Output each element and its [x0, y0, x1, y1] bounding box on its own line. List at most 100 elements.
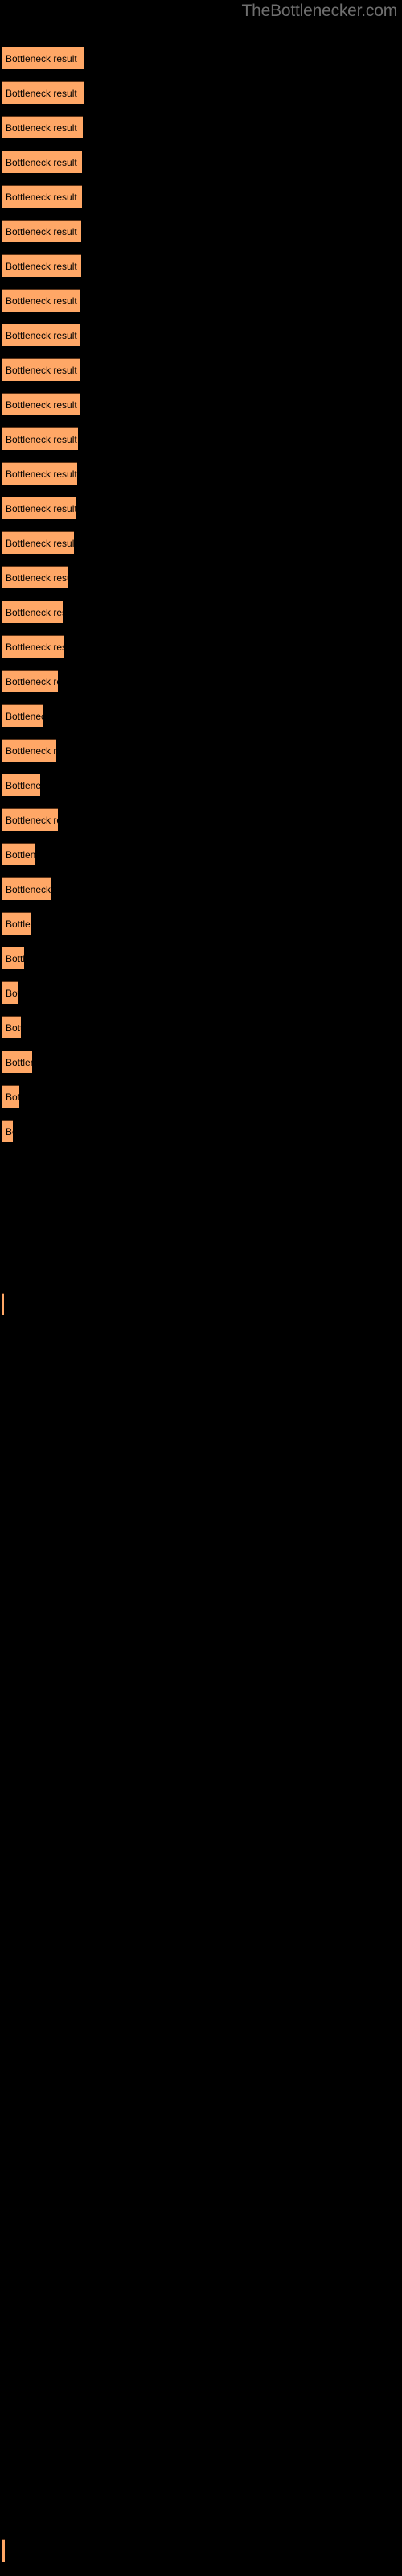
bar-clip: Bottleneck result: [2, 185, 82, 208]
bottleneck-bar[interactable]: Bottleneck result: [2, 1293, 4, 1315]
bar-row: Bottleneck result: [0, 601, 402, 623]
bar-label: Bottleneck result: [6, 607, 63, 618]
bar-clip: Bottleneck result: [2, 462, 77, 485]
bar-label: Bottleneck result: [6, 1057, 32, 1068]
bar-row: [0, 1327, 402, 1350]
bottleneck-bar[interactable]: Bottleneck result: [2, 324, 80, 346]
bottleneck-bar[interactable]: Bottleneck result: [2, 531, 74, 554]
bar-row: Bottleneck result: [0, 1293, 402, 1315]
bottleneck-bar[interactable]: Bottleneck result: [2, 912, 31, 935]
bottleneck-bar[interactable]: Bottleneck result: [2, 462, 77, 485]
bar-row: Bottleneck result: [0, 739, 402, 762]
bar-clip: Bottleneck result: [2, 81, 84, 104]
bar-row: Bottleneck result: [0, 981, 402, 1004]
bar-row: [0, 2366, 402, 2388]
bottleneck-bar[interactable]: Bottleneck result: [2, 358, 80, 381]
bar-label: Bottleneck result: [6, 503, 76, 514]
bottleneck-bar[interactable]: Bottleneck result: [2, 1016, 21, 1038]
bar-clip: Bottleneck result: [2, 877, 51, 900]
bar-clip: Bottleneck result: [2, 289, 80, 312]
bottleneck-bar[interactable]: Bottleneck result: [2, 774, 40, 796]
bar-label: Bottleneck result: [6, 157, 77, 168]
bar-clip: Bottleneck result: [2, 116, 83, 138]
bar-row: [0, 2020, 402, 2042]
bar-label: Bottleneck result: [6, 919, 31, 930]
bar-label: Bottleneck result: [6, 642, 64, 653]
bar-clip: Bottleneck result: [2, 739, 56, 762]
bottleneck-bar[interactable]: Bottleneck result: [2, 981, 18, 1004]
bar-label: Bottleneck result: [6, 122, 77, 134]
bar-clip: Bottleneck result: [2, 843, 35, 865]
bar-row: [0, 2054, 402, 2077]
bottleneck-bar[interactable]: Bottleneck result: [2, 843, 35, 865]
bottleneck-bar[interactable]: Bottleneck result: [2, 1085, 19, 1108]
bar-row: [0, 1916, 402, 1938]
bar-row: [0, 2089, 402, 2112]
bar-label: Bottleneck result: [6, 538, 74, 549]
bottleneck-bar[interactable]: Bottleneck result: [2, 151, 82, 173]
bottleneck-bar[interactable]: Bottleneck result: [2, 877, 51, 900]
bar-row: [0, 1431, 402, 1454]
bar-row: Bottleneck result: [0, 670, 402, 692]
bar-row: [0, 2158, 402, 2181]
bar-row: [0, 2504, 402, 2527]
bar-clip: Bottleneck result: [2, 1293, 4, 1315]
bottleneck-bar[interactable]: Bottleneck result: [2, 254, 81, 277]
bottleneck-bar[interactable]: Bottleneck result: [2, 427, 78, 450]
bar-row: [0, 1777, 402, 1800]
bottleneck-bar[interactable]: Bottleneck result: [2, 1120, 13, 1142]
bar-row: [0, 1881, 402, 1904]
bar-label: Bottleneck result: [6, 399, 77, 411]
bar-clip: Bottleneck result: [2, 947, 24, 969]
bottleneck-bar[interactable]: Bottleneck result: [2, 704, 43, 727]
bottleneck-bar[interactable]: Bottleneck result: [2, 47, 84, 69]
bar-label: Bottleneck result: [6, 849, 35, 861]
bar-label: Bottleneck result: [6, 295, 77, 307]
bar-label: Bottleneck result: [6, 88, 77, 99]
bottleneck-bar[interactable]: Bottleneck result: [2, 2539, 5, 2562]
bar-row: [0, 1154, 402, 1177]
bottleneck-bar[interactable]: Bottleneck result: [2, 497, 76, 519]
bar-clip: Bottleneck result: [2, 151, 82, 173]
bottleneck-bar[interactable]: Bottleneck result: [2, 601, 63, 623]
bottleneck-bar[interactable]: Bottleneck result: [2, 393, 80, 415]
bar-row: Bottleneck result: [0, 254, 402, 277]
bar-clip: Bottleneck result: [2, 254, 81, 277]
bar-row: [0, 2435, 402, 2458]
bar-row: Bottleneck result: [0, 220, 402, 242]
bar-row: Bottleneck result: [0, 2539, 402, 2562]
bottleneck-bar[interactable]: Bottleneck result: [2, 635, 64, 658]
bar-row: Bottleneck result: [0, 774, 402, 796]
bar-row: [0, 2124, 402, 2146]
bar-row: Bottleneck result: [0, 81, 402, 104]
bar-clip: Bottleneck result: [2, 358, 80, 381]
bar-row: [0, 1985, 402, 2008]
bar-clip: Bottleneck result: [2, 1085, 19, 1108]
bottleneck-bar[interactable]: Bottleneck result: [2, 81, 84, 104]
bottleneck-bar[interactable]: Bottleneck result: [2, 566, 68, 588]
bar-row: [0, 1951, 402, 1973]
bottleneck-bar[interactable]: Bottleneck result: [2, 670, 58, 692]
bar-row: [0, 1639, 402, 1662]
bar-row: [0, 1189, 402, 1212]
bottleneck-bar[interactable]: Bottleneck result: [2, 185, 82, 208]
bar-label: Bottleneck result: [6, 261, 77, 272]
bar-clip: Bottleneck result: [2, 324, 80, 346]
bottleneck-bar[interactable]: Bottleneck result: [2, 947, 24, 969]
bottleneck-bar[interactable]: Bottleneck result: [2, 808, 58, 831]
bar-row: Bottleneck result: [0, 427, 402, 450]
bar-label: Bottleneck result: [6, 192, 77, 203]
bottleneck-bar[interactable]: Bottleneck result: [2, 289, 80, 312]
bar-row: Bottleneck result: [0, 912, 402, 935]
bar-clip: Bottleneck result: [2, 912, 31, 935]
bar-row: Bottleneck result: [0, 289, 402, 312]
bottleneck-bar[interactable]: Bottleneck result: [2, 116, 83, 138]
bar-row: [0, 1466, 402, 1488]
bar-clip: Bottleneck result: [2, 47, 84, 69]
bottleneck-bar[interactable]: Bottleneck result: [2, 1051, 32, 1073]
bar-row: Bottleneck result: [0, 1051, 402, 1073]
bar-label: Bottleneck result: [6, 953, 24, 964]
bottleneck-bar[interactable]: Bottleneck result: [2, 220, 81, 242]
bottleneck-bar[interactable]: Bottleneck result: [2, 739, 56, 762]
bar-label: Bottleneck result: [6, 365, 77, 376]
